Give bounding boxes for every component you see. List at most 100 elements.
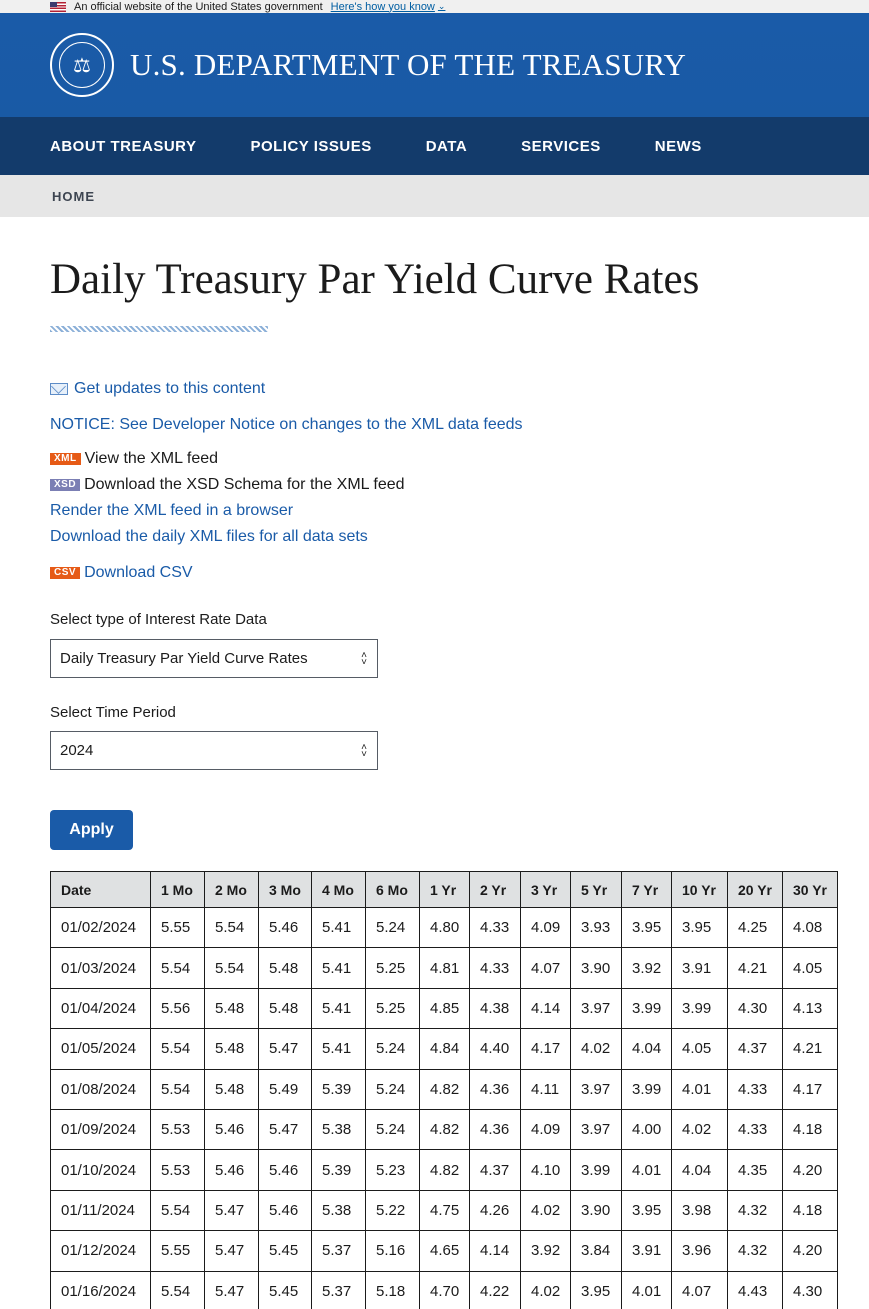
treasury-seal-icon[interactable]: ⚖ [50,33,114,97]
table-body: 01/02/2024 5.55 5.54 5.46 5.41 5.24 4.80 4.33 4.… [50,906,838,1309]
rate-cell: 5.48 [204,1028,259,1070]
rate-cell: 5.38 [311,1108,366,1151]
date-cell: 01/08/2024 [50,1068,151,1110]
column-header: 3 Yr [520,871,571,908]
date-cell: 01/03/2024 [50,947,151,989]
column-header: 7 Yr [621,871,672,908]
table-row: 01/11/2024 5.54 5.47 5.46 5.38 5.22 4.75 4.26 4.… [50,1189,838,1232]
nav-item-news[interactable]: NEWS [655,138,702,155]
select-arrows-icon: ˄ ˅ [361,741,367,760]
rate-cell: 3.99 [671,987,728,1030]
rate-cell: 4.70 [419,1270,470,1309]
column-header: 5 Yr [570,871,622,908]
rate-cell: 4.20 [782,1230,838,1272]
rate-cell: 4.02 [520,1189,571,1232]
rate-cell: 4.17 [782,1068,838,1110]
rate-cell: 5.54 [150,947,205,989]
rate-cell: 4.21 [727,947,783,989]
rate-cell: 3.97 [570,1108,622,1151]
column-header: 1 Mo [150,871,205,908]
rate-cell: 4.11 [520,1068,571,1110]
page-title: Daily Treasury Par Yield Curve Rates [50,256,700,303]
rate-cell: 5.39 [311,1149,366,1191]
rate-cell: 5.39 [311,1068,366,1110]
rate-cell: 4.09 [520,906,571,949]
rate-cell: 3.91 [621,1230,672,1272]
rate-cell: 3.90 [570,947,622,989]
rate-cell: 4.13 [782,987,838,1030]
heres-how-you-know-link[interactable]: Here's how you know ⌄ [331,1,446,13]
rate-cell: 5.45 [258,1270,312,1309]
rate-cell: 4.82 [419,1108,470,1151]
rate-cell: 3.95 [671,906,728,949]
rate-cell: 5.37 [311,1270,366,1309]
rate-cell: 4.40 [469,1028,521,1070]
xml-badge-icon[interactable]: XML [50,453,81,465]
rate-cell: 3.92 [621,947,672,989]
apply-button[interactable]: Apply [50,810,133,850]
rate-cell: 4.82 [419,1149,470,1191]
rate-cell: 4.38 [469,987,521,1030]
rate-cell: 4.02 [520,1270,571,1309]
download-csv-link[interactable]: Download CSV [84,564,193,582]
date-cell: 01/04/2024 [50,987,151,1030]
rate-cell: 5.47 [204,1230,259,1272]
rate-cell: 5.24 [365,1068,420,1110]
get-updates-link[interactable]: Get updates to this content [50,380,869,398]
render-xml-link[interactable]: Render the XML feed in a browser [50,502,293,519]
rate-cell: 5.41 [311,906,366,949]
xsd-badge-icon[interactable]: XSD [50,479,81,491]
developer-notice-link[interactable]: NOTICE: See Developer Notice on changes … [50,416,523,433]
xml-feed-text: View the XML feed [84,450,219,467]
rate-cell: 4.22 [469,1270,521,1309]
rate-cell: 5.24 [365,1028,420,1070]
rate-cell: 4.18 [782,1108,838,1151]
rate-cell: 5.49 [258,1068,312,1110]
site-header: ⚖ U.S. DEPARTMENT OF THE TREASURY [0,13,869,117]
rate-cell: 5.46 [204,1108,259,1151]
rate-cell: 4.33 [469,947,521,989]
rate-cell: 5.46 [204,1149,259,1191]
table-row: 01/12/2024 5.55 5.47 5.45 5.37 5.16 4.65 4.14 3.… [50,1230,838,1272]
breadcrumb: HOME [0,175,869,217]
rate-cell: 5.48 [204,987,259,1030]
rate-cell: 4.36 [469,1068,521,1110]
nav-item-services[interactable]: SERVICES [521,138,601,155]
rate-cell: 3.92 [520,1230,571,1272]
rate-cell: 4.25 [727,906,783,949]
rate-cell: 5.24 [365,1108,420,1151]
column-header: 10 Yr [671,871,728,908]
rate-type-label: Select type of Interest Rate Data [50,611,267,628]
rate-cell: 4.35 [727,1149,783,1191]
nav-item-data[interactable]: DATA [426,138,467,155]
column-header: 3 Mo [258,871,312,908]
rate-cell: 4.30 [727,987,783,1030]
rate-cell: 4.05 [782,947,838,989]
time-period-select[interactable]: 2024 ˄ ˅ [50,731,378,770]
gov-banner: An official website of the United States… [0,0,869,13]
rate-type-select[interactable]: Daily Treasury Par Yield Curve Rates ˄ ˅ [50,639,378,678]
rate-cell: 5.38 [311,1189,366,1232]
column-header: Date [50,871,151,908]
breadcrumb-home[interactable]: HOME [52,189,95,204]
rate-cell: 3.99 [570,1149,622,1191]
rate-cell: 4.08 [782,906,838,949]
nav-item-about-treasury[interactable]: ABOUT TREASURY [50,138,196,155]
rate-cell: 4.00 [621,1108,672,1151]
rate-cell: 3.96 [671,1230,728,1272]
rate-cell: 3.95 [621,906,672,949]
render-link-row: Render the XML feed in a browser [50,502,869,520]
rate-cell: 5.55 [150,906,205,949]
download-csv-row[interactable]: CSV Download CSV [50,564,869,582]
column-header: 20 Yr [727,871,783,908]
rate-cell: 4.43 [727,1270,783,1309]
nav-item-policy-issues[interactable]: POLICY ISSUES [250,138,371,155]
site-title[interactable]: U.S. DEPARTMENT OF THE TREASURY [130,47,686,83]
rate-cell: 4.32 [727,1189,783,1232]
daily-xml-link[interactable]: Download the daily XML files for all dat… [50,528,368,545]
rate-cell: 5.16 [365,1230,420,1272]
rate-cell: 4.04 [621,1028,672,1070]
column-header: 4 Mo [311,871,366,908]
table-row: 01/04/2024 5.56 5.48 5.48 5.41 5.25 4.85 4.38 4.… [50,987,838,1030]
rate-cell: 5.55 [150,1230,205,1272]
